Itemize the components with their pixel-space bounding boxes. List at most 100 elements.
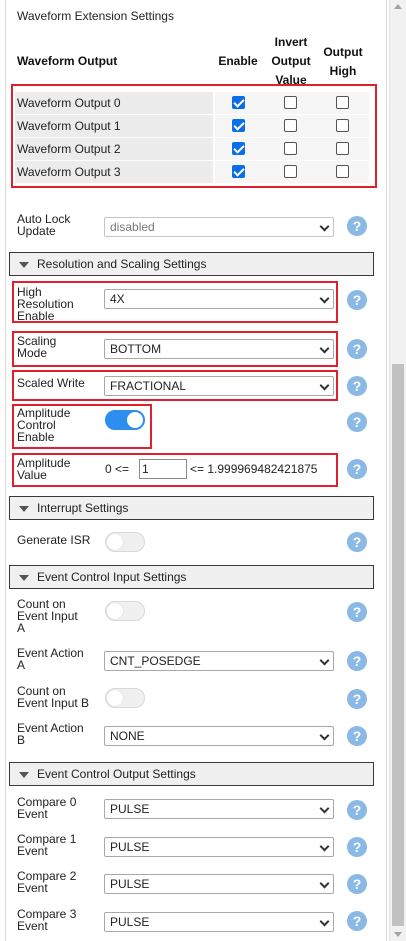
label-line: Event Action bbox=[17, 721, 84, 735]
compare-3-event-label: Compare 3 Event bbox=[17, 908, 76, 932]
count-event-input-b-toggle[interactable] bbox=[105, 688, 145, 708]
select-value: BOTTOM bbox=[110, 342, 162, 356]
event-output-section-header[interactable]: Event Control Output Settings bbox=[9, 762, 374, 786]
amplitude-control-enable-label: Amplitude Control Enable bbox=[17, 407, 70, 444]
scaling-mode-select[interactable]: BOTTOM bbox=[104, 339, 334, 359]
help-icon[interactable]: ? bbox=[347, 290, 367, 310]
help-icon[interactable]: ? bbox=[347, 376, 367, 396]
event-action-b-select[interactable]: NONE bbox=[104, 726, 334, 746]
label-line: Mode bbox=[17, 346, 48, 360]
auto-lock-update-select[interactable]: disabled bbox=[104, 217, 334, 237]
count-event-input-a-toggle[interactable] bbox=[105, 601, 145, 621]
label-line: Enable bbox=[17, 430, 55, 444]
invert-checkbox[interactable] bbox=[284, 142, 297, 155]
help-icon[interactable]: ? bbox=[347, 532, 367, 552]
invert-checkbox[interactable] bbox=[284, 165, 297, 178]
output-high-checkbox[interactable] bbox=[336, 142, 349, 155]
help-icon[interactable]: ? bbox=[347, 837, 367, 857]
compare-0-event-select[interactable]: PULSE bbox=[104, 799, 334, 819]
event-input-section-header[interactable]: Event Control Input Settings bbox=[9, 565, 374, 589]
chevron-down-icon bbox=[319, 878, 330, 889]
scaled-write-label: Scaled Write bbox=[17, 376, 85, 390]
help-icon[interactable]: ? bbox=[347, 726, 367, 746]
table-row: Waveform Output 1 bbox=[15, 115, 369, 137]
compare-3-event-select[interactable]: PULSE bbox=[104, 912, 334, 932]
help-icon[interactable]: ? bbox=[347, 216, 367, 236]
select-value: disabled bbox=[110, 220, 155, 234]
label-line: Event bbox=[17, 844, 48, 858]
help-icon[interactable]: ? bbox=[347, 874, 367, 894]
label-line: B bbox=[17, 733, 26, 747]
label-line: Event bbox=[17, 881, 48, 895]
select-value: NONE bbox=[110, 729, 145, 743]
compare-1-event-select[interactable]: PULSE bbox=[104, 837, 334, 857]
chevron-down-icon bbox=[319, 916, 330, 927]
amplitude-value-input[interactable]: 1 bbox=[139, 459, 187, 479]
output-high-header: Output High bbox=[316, 43, 370, 81]
select-value: PULSE bbox=[110, 802, 150, 816]
high-resolution-enable-label: High Resolution Enable bbox=[17, 286, 74, 323]
compare-1-event-label: Compare 1 Event bbox=[17, 833, 76, 858]
enable-checkbox[interactable] bbox=[232, 119, 245, 132]
interrupt-section-header[interactable]: Interrupt Settings bbox=[9, 496, 374, 520]
invert-checkbox[interactable] bbox=[284, 96, 297, 109]
scroll-up-arrow-icon[interactable] bbox=[394, 4, 402, 9]
event-action-a-select[interactable]: CNT_POSEDGE bbox=[104, 651, 334, 671]
generate-isr-toggle[interactable] bbox=[105, 532, 145, 552]
chevron-down-icon bbox=[319, 841, 330, 852]
invert-header-line: Invert bbox=[274, 35, 308, 49]
help-icon[interactable]: ? bbox=[347, 339, 367, 359]
amplitude-control-toggle[interactable] bbox=[105, 410, 145, 430]
scroll-down-arrow-icon[interactable] bbox=[394, 932, 402, 937]
select-value: PULSE bbox=[110, 840, 150, 854]
help-icon[interactable]: ? bbox=[347, 689, 367, 709]
output-high-checkbox[interactable] bbox=[336, 96, 349, 109]
invert-checkbox[interactable] bbox=[284, 119, 297, 132]
high-resolution-select[interactable]: 4X bbox=[104, 289, 334, 309]
auto-lock-update-label: Auto Lock Update bbox=[17, 213, 70, 237]
help-icon[interactable]: ? bbox=[347, 911, 367, 931]
help-icon[interactable]: ? bbox=[347, 459, 367, 479]
count-event-input-a-label: Count on Event Input A bbox=[17, 598, 78, 635]
chevron-down-icon bbox=[319, 730, 330, 741]
vertical-scrollbar[interactable] bbox=[389, 0, 406, 941]
amplitude-max-text: <= 1.999969482421875 bbox=[190, 462, 318, 476]
help-icon[interactable]: ? bbox=[347, 412, 367, 432]
waveform-output-label: Waveform Output 0 bbox=[15, 92, 213, 114]
label-line: Event Input bbox=[17, 609, 78, 623]
output-high-header-line: Output bbox=[323, 45, 363, 59]
label-line: Enable bbox=[17, 309, 55, 323]
output-high-checkbox[interactable] bbox=[336, 165, 349, 178]
chevron-down-icon bbox=[319, 293, 330, 304]
select-value: FRACTIONAL bbox=[110, 379, 187, 393]
enable-checkbox[interactable] bbox=[232, 142, 245, 155]
output-high-header-line: High bbox=[329, 64, 357, 78]
scaling-mode-label: Scaling Mode bbox=[17, 335, 56, 360]
label-line: A bbox=[17, 621, 26, 635]
invert-output-value-header: Invert Output Value bbox=[264, 33, 318, 90]
section-title: Resolution and Scaling Settings bbox=[37, 257, 207, 271]
enable-checkbox[interactable] bbox=[232, 165, 245, 178]
scaled-write-select[interactable]: FRACTIONAL bbox=[104, 376, 334, 396]
enable-checkbox[interactable] bbox=[232, 96, 245, 109]
toggle-knob bbox=[127, 412, 143, 428]
waveform-output-header: Waveform Output bbox=[17, 54, 118, 68]
select-value: CNT_POSEDGE bbox=[110, 654, 201, 668]
compare-2-event-select[interactable]: PULSE bbox=[104, 874, 334, 894]
collapse-triangle-icon bbox=[19, 575, 29, 581]
help-icon[interactable]: ? bbox=[347, 602, 367, 622]
compare-0-event-label: Compare 0 Event bbox=[17, 796, 76, 820]
toggle-knob bbox=[107, 534, 123, 550]
waveform-output-label: Waveform Output 2 bbox=[15, 138, 213, 160]
label-line: Event Input B bbox=[17, 696, 90, 710]
count-event-input-b-label: Count on Event Input B bbox=[17, 685, 90, 710]
section-title: Interrupt Settings bbox=[37, 501, 129, 515]
help-icon[interactable]: ? bbox=[347, 651, 367, 671]
scroll-thumb[interactable] bbox=[392, 364, 404, 926]
help-icon[interactable]: ? bbox=[347, 800, 367, 820]
table-row: Waveform Output 3 bbox=[15, 161, 369, 183]
output-high-checkbox[interactable] bbox=[336, 119, 349, 132]
chevron-down-icon bbox=[319, 380, 330, 391]
resolution-scaling-section-header[interactable]: Resolution and Scaling Settings bbox=[9, 252, 374, 276]
chevron-down-icon bbox=[319, 343, 330, 354]
